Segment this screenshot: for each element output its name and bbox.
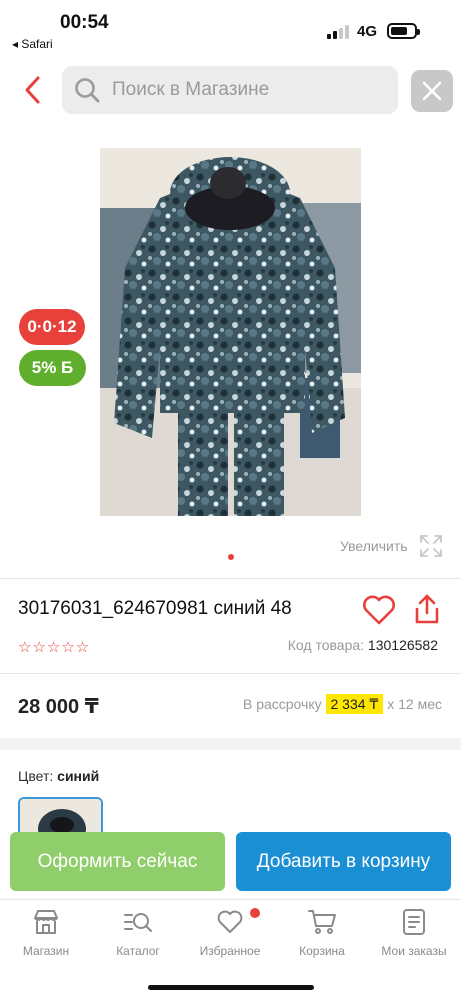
close-icon: [422, 81, 442, 101]
heart-icon: [363, 595, 395, 625]
product-code-value: 130126582: [367, 637, 438, 653]
catalog-search-icon: [124, 913, 152, 932]
status-time: 00:54: [60, 12, 109, 33]
tab-label: Избранное: [199, 944, 261, 958]
heart-icon: [217, 910, 243, 933]
search-icon: [75, 78, 100, 103]
tab-cart[interactable]: Корзина: [276, 908, 368, 968]
add-to-cart-button[interactable]: Добавить в корзину: [236, 832, 451, 891]
installment-offer[interactable]: В рассрочку 2 334 ₸ х 12 мес: [242, 694, 442, 714]
shop-icon: [34, 910, 58, 934]
section-separator: [0, 738, 461, 750]
color-swatch-selected[interactable]: [18, 797, 103, 837]
tab-favorites[interactable]: Избранное: [184, 908, 276, 968]
search-bar[interactable]: [62, 66, 398, 114]
product-title: 30176031_624670981 синий 48: [18, 598, 292, 619]
close-search-button[interactable]: [411, 70, 453, 112]
signal-icon: [327, 25, 351, 39]
tab-label: Мои заказы: [381, 944, 447, 958]
tab-catalog[interactable]: Каталог: [92, 908, 184, 968]
bonus-badge: 5% Б: [19, 350, 86, 386]
network-label: 4G: [357, 23, 378, 40]
installment-amount: 2 334 ₸: [325, 694, 384, 714]
installment-badge: 0·0·12: [19, 309, 85, 345]
tab-shop[interactable]: Магазин: [0, 908, 92, 968]
favorite-button[interactable]: [362, 595, 396, 625]
back-button[interactable]: [18, 74, 50, 106]
tab-label: Корзина: [299, 944, 345, 958]
color-label: Цвет:: [18, 768, 58, 784]
bottom-tab-bar: Магазин Каталог Избранное Корзина Мои за…: [0, 899, 461, 999]
product-code: Код товара: 130126582: [288, 637, 438, 653]
product-price: 28 000 ₸: [18, 696, 99, 718]
expand-icon[interactable]: [420, 535, 442, 557]
notification-dot: [250, 908, 260, 918]
back-to-safari-link[interactable]: ◂ Safari: [12, 37, 53, 51]
battery-icon: [387, 23, 420, 39]
chevron-left-icon: [25, 76, 40, 104]
divider: [0, 578, 461, 579]
product-code-label: Код товара:: [287, 637, 368, 653]
color-value: синий: [57, 768, 100, 784]
tab-my-orders[interactable]: Мои заказы: [368, 908, 460, 968]
gallery-page-indicator: [228, 554, 234, 560]
home-indicator[interactable]: [148, 985, 314, 990]
share-button[interactable]: [412, 593, 442, 625]
installment-suffix: х 12 мес: [383, 696, 442, 712]
color-selector-label: Цвет: синий: [18, 768, 99, 784]
product-image[interactable]: [100, 148, 361, 516]
status-bar: 00:54 ◂ Safari 4G: [0, 0, 461, 58]
orders-icon: [403, 909, 425, 935]
divider: [0, 673, 461, 674]
zoom-button[interactable]: Увеличить: [340, 538, 408, 558]
cart-icon: [308, 910, 336, 934]
search-input[interactable]: [112, 66, 392, 114]
installment-prefix: В рассрочку: [242, 696, 326, 712]
rating-stars[interactable]: ☆☆☆☆☆: [18, 638, 90, 656]
tab-label: Магазин: [22, 944, 70, 958]
tab-label: Каталог: [116, 944, 160, 958]
share-icon: [415, 594, 439, 624]
order-now-button[interactable]: Оформить сейчас: [10, 832, 225, 891]
